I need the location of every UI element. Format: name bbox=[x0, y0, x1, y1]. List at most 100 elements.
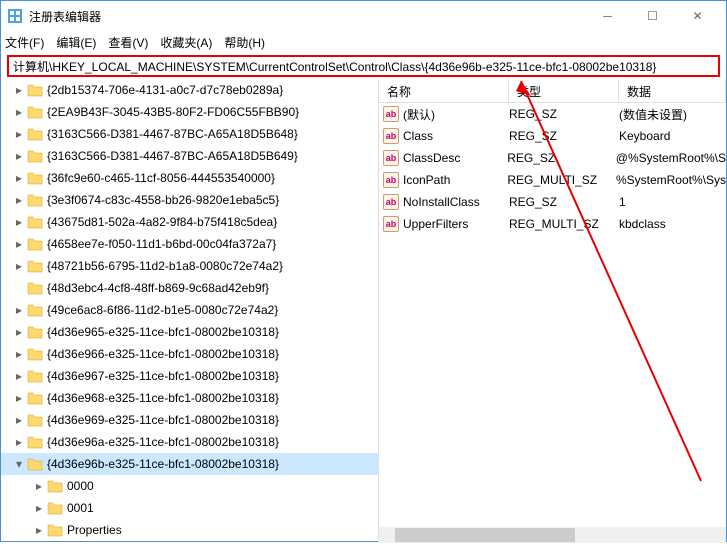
expander-icon[interactable]: ▸ bbox=[13, 303, 25, 317]
tree-item[interactable]: ▸{36fc9e60-c465-11cf-8056-444553540000} bbox=[1, 167, 378, 189]
tree-pane[interactable]: ▸{2db15374-706e-4131-a0c7-d7c78eb0289a}▸… bbox=[1, 79, 379, 543]
expander-icon[interactable]: ▸ bbox=[13, 127, 25, 141]
tree-label: {3163C566-D381-4467-87BC-A65A18D5B649} bbox=[47, 149, 298, 163]
close-button[interactable]: ✕ bbox=[675, 1, 720, 31]
expander-icon[interactable]: ▸ bbox=[13, 391, 25, 405]
tree-item[interactable]: ▸ {4d36e965-e325-11ce-bfc1-08002be10318} bbox=[1, 321, 378, 343]
value-row[interactable]: abUpperFiltersREG_MULTI_SZkbdclass bbox=[379, 213, 726, 235]
detail-scrollbar-h[interactable] bbox=[379, 527, 726, 543]
folder-icon bbox=[47, 479, 63, 493]
tree-item[interactable]: ▸ {3163C566-D381-4467-87BC-A65A18D5B649} bbox=[1, 145, 378, 167]
value-data: 1 bbox=[619, 195, 726, 209]
tree-label: {4d36e965-e325-11ce-bfc1-08002be10318} bbox=[47, 325, 279, 339]
tree-item[interactable]: ▾ {4d36e96b-e325-11ce-bfc1-08002be10318} bbox=[1, 453, 378, 475]
menu-edit[interactable]: 编辑(E) bbox=[56, 34, 96, 51]
folder-icon bbox=[27, 193, 43, 207]
value-row[interactable]: abNoInstallClassREG_SZ1 bbox=[379, 191, 726, 213]
tree-label: {2db15374-706e-4131-a0c7-d7c78eb0289a} bbox=[47, 83, 283, 97]
tree-item[interactable]: ▸ {43675d81-502a-4a82-9f84-b75f418c5dea} bbox=[1, 211, 378, 233]
tree-label: {49ce6ac8-6f86-11d2-b1e5-0080c72e74a2} bbox=[47, 303, 278, 317]
expander-icon[interactable]: ▸ bbox=[33, 523, 45, 537]
tree-label: {48d3ebc4-4cf8-48ff-b869-9c68ad42eb9f} bbox=[47, 281, 269, 295]
menubar: 文件(F) 编辑(E) 查看(V) 收藏夹(A) 帮助(H) bbox=[1, 31, 726, 53]
tree-label: 0001 bbox=[67, 501, 94, 515]
value-name: IconPath bbox=[403, 173, 450, 187]
expander-icon[interactable]: ▸ bbox=[13, 171, 25, 185]
tree-item[interactable]: ▸{4d36e969-e325-11ce-bfc1-08002be10318} bbox=[1, 409, 378, 431]
window-title: 注册表编辑器 bbox=[29, 8, 585, 25]
string-value-icon: ab bbox=[383, 194, 399, 210]
tree-item[interactable]: ▸ {49ce6ac8-6f86-11d2-b1e5-0080c72e74a2} bbox=[1, 299, 378, 321]
tree-label: {48721b56-6795-11d2-b1a8-0080c72e74a2} bbox=[47, 259, 283, 273]
column-data[interactable]: 数据 bbox=[619, 79, 726, 102]
expander-icon[interactable]: ▸ bbox=[13, 237, 25, 251]
address-bar[interactable]: 计算机\HKEY_LOCAL_MACHINE\SYSTEM\CurrentCon… bbox=[7, 55, 720, 77]
tree-item[interactable]: ▸ 0001 bbox=[1, 497, 378, 519]
value-row[interactable]: ab(默认)REG_SZ(数值未设置) bbox=[379, 103, 726, 125]
maximize-button[interactable]: ☐ bbox=[630, 1, 675, 31]
expander-icon[interactable]: ▸ bbox=[33, 479, 45, 493]
value-type: REG_SZ bbox=[507, 151, 616, 165]
tree-item[interactable]: {48d3ebc4-4cf8-48ff-b869-9c68ad42eb9f} bbox=[1, 277, 378, 299]
tree-label: {43675d81-502a-4a82-9f84-b75f418c5dea} bbox=[47, 215, 277, 229]
value-name: NoInstallClass bbox=[403, 195, 480, 209]
tree-item[interactable]: ▸{4d36e968-e325-11ce-bfc1-08002be10318} bbox=[1, 387, 378, 409]
value-row[interactable]: abClassREG_SZKeyboard bbox=[379, 125, 726, 147]
tree-item[interactable]: ▸ {4d36e966-e325-11ce-bfc1-08002be10318} bbox=[1, 343, 378, 365]
window-controls: ─ ☐ ✕ bbox=[585, 1, 720, 31]
expander-icon[interactable]: ▸ bbox=[33, 501, 45, 515]
value-row[interactable]: abClassDescREG_SZ@%SystemRoot%\S bbox=[379, 147, 726, 169]
expander-icon[interactable]: ▾ bbox=[13, 457, 25, 471]
string-value-icon: ab bbox=[383, 216, 399, 232]
expander-icon[interactable]: ▸ bbox=[13, 193, 25, 207]
expander-icon[interactable]: ▸ bbox=[13, 259, 25, 273]
string-value-icon: ab bbox=[383, 172, 399, 188]
menu-favorites[interactable]: 收藏夹(A) bbox=[160, 34, 212, 51]
folder-icon bbox=[27, 281, 43, 295]
expander-icon[interactable]: ▸ bbox=[13, 347, 25, 361]
tree-item[interactable]: ▸{4d36e967-e325-11ce-bfc1-08002be10318} bbox=[1, 365, 378, 387]
folder-icon bbox=[27, 413, 43, 427]
minimize-button[interactable]: ─ bbox=[585, 1, 630, 31]
expander-icon[interactable]: ▸ bbox=[13, 369, 25, 383]
expander-icon[interactable]: ▸ bbox=[13, 105, 25, 119]
folder-icon bbox=[27, 457, 43, 471]
tree-item[interactable]: ▸{3163C566-D381-4467-87BC-A65A18D5B648} bbox=[1, 123, 378, 145]
menu-view[interactable]: 查看(V) bbox=[108, 34, 148, 51]
value-type: REG_SZ bbox=[509, 129, 619, 143]
regedit-icon bbox=[7, 8, 23, 24]
tree-item[interactable]: ▸ {2db15374-706e-4131-a0c7-d7c78eb0289a} bbox=[1, 79, 378, 101]
column-type[interactable]: 类型 bbox=[509, 79, 619, 102]
folder-icon bbox=[47, 523, 63, 537]
tree-item[interactable]: ▸0000 bbox=[1, 475, 378, 497]
value-data: @%SystemRoot%\S bbox=[616, 151, 726, 165]
expander-icon[interactable]: ▸ bbox=[13, 413, 25, 427]
tree-label: {4d36e966-e325-11ce-bfc1-08002be10318} bbox=[47, 347, 279, 361]
expander-icon[interactable]: ▸ bbox=[13, 435, 25, 449]
string-value-icon: ab bbox=[383, 128, 399, 144]
tree-item[interactable]: ▸{4d36e96a-e325-11ce-bfc1-08002be10318} bbox=[1, 431, 378, 453]
value-row[interactable]: abIconPathREG_MULTI_SZ%SystemRoot%\Sys bbox=[379, 169, 726, 191]
folder-icon bbox=[27, 237, 43, 251]
folder-icon bbox=[27, 347, 43, 361]
expander-icon[interactable]: ▸ bbox=[13, 149, 25, 163]
value-data: (数值未设置) bbox=[619, 106, 726, 123]
tree-item[interactable]: ▸Properties bbox=[1, 519, 378, 541]
expander-icon[interactable]: ▸ bbox=[13, 325, 25, 339]
tree-label: {4d36e96b-e325-11ce-bfc1-08002be10318} bbox=[47, 457, 279, 471]
tree-item[interactable]: ▸ {48721b56-6795-11d2-b1a8-0080c72e74a2} bbox=[1, 255, 378, 277]
detail-pane[interactable]: 名称 类型 数据 ab(默认)REG_SZ(数值未设置)abClassREG_S… bbox=[379, 79, 726, 543]
tree-item[interactable]: ▸{4658ee7e-f050-11d1-b6bd-00c04fa372a7} bbox=[1, 233, 378, 255]
tree-item[interactable]: ▸{3e3f0674-c83c-4558-bb26-9820e1eba5c5} bbox=[1, 189, 378, 211]
value-type: REG_SZ bbox=[509, 107, 619, 121]
expander-icon[interactable]: ▸ bbox=[13, 83, 25, 97]
value-data: kbdclass bbox=[619, 217, 726, 231]
column-name[interactable]: 名称 bbox=[379, 79, 509, 102]
tree-item[interactable]: ▸{4d36e96c-e325-11ce-bfc1-08002be10318} bbox=[1, 541, 378, 543]
menu-file[interactable]: 文件(F) bbox=[5, 34, 44, 51]
expander-icon[interactable]: ▸ bbox=[13, 215, 25, 229]
tree-item[interactable]: ▸{2EA9B43F-3045-43B5-80F2-FD06C55FBB90} bbox=[1, 101, 378, 123]
folder-icon bbox=[27, 215, 43, 229]
menu-help[interactable]: 帮助(H) bbox=[224, 34, 265, 51]
string-value-icon: ab bbox=[383, 106, 399, 122]
